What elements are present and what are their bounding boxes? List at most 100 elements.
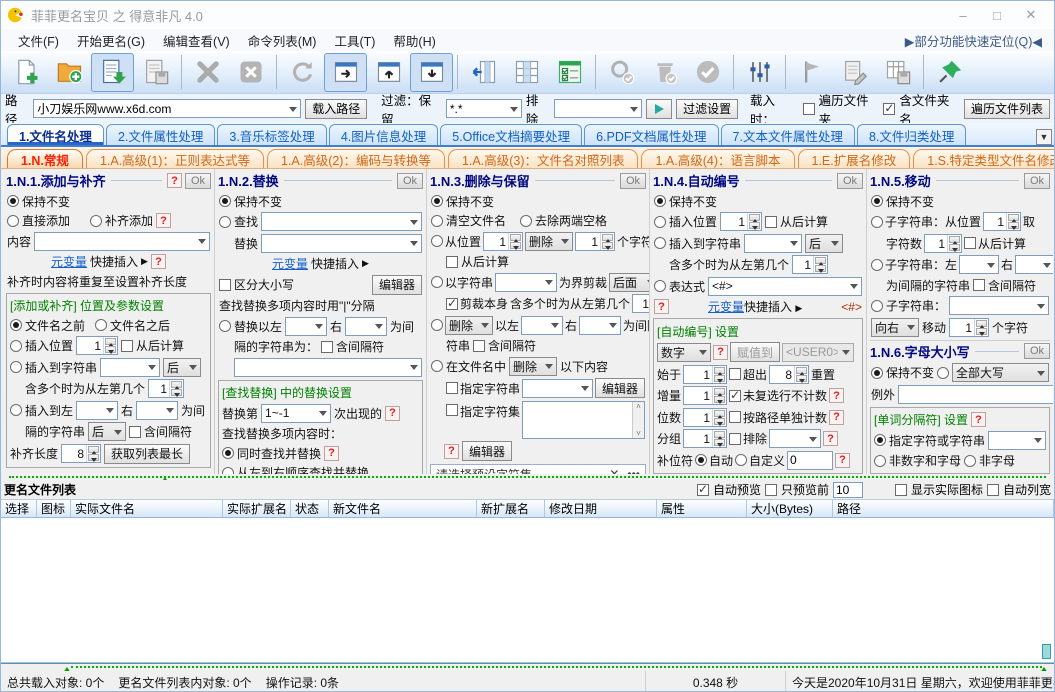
column-newname[interactable]: 新文件名: [329, 500, 477, 517]
radio-insert-to-string[interactable]: [654, 237, 666, 249]
search-check-button[interactable]: [600, 53, 643, 92]
radio-replace-between[interactable]: [219, 320, 231, 332]
from-end-checkbox[interactable]: [964, 237, 977, 249]
from-end-checkbox[interactable]: [765, 215, 778, 228]
radio-in-name-delete[interactable]: [431, 360, 443, 372]
radio-pad-auto[interactable]: [695, 454, 708, 466]
preview-first-checkbox[interactable]: [764, 483, 777, 496]
spinner-arrows[interactable]: [794, 365, 809, 383]
spinner-arrows[interactable]: [712, 408, 727, 426]
spinner-arrows[interactable]: [508, 232, 523, 250]
count-spinner[interactable]: 1: [575, 231, 616, 251]
radio-keep[interactable]: [871, 195, 883, 207]
find-combobox[interactable]: [261, 212, 422, 231]
help-button[interactable]: ?: [166, 173, 182, 188]
radio-substring-between[interactable]: [871, 258, 883, 271]
clear-icon[interactable]: ✕: [609, 467, 619, 474]
delete-combobox[interactable]: 删除: [525, 231, 574, 251]
ok-button[interactable]: Ok: [396, 172, 423, 189]
column-size[interactable]: 大小(Bytes): [747, 500, 833, 517]
filter-settings-button[interactable]: 过滤设置: [676, 98, 739, 119]
left-combobox[interactable]: [959, 255, 1000, 274]
column-filename[interactable]: 实际文件名: [71, 500, 223, 517]
ok-button[interactable]: Ok: [1023, 343, 1050, 359]
filter-keep-combobox[interactable]: *.*: [445, 99, 522, 118]
column-attr[interactable]: 属性: [657, 500, 747, 517]
radio-insert-pos[interactable]: [10, 339, 22, 352]
menu-help[interactable]: 帮助(H): [384, 30, 444, 51]
column-path[interactable]: 路径: [833, 500, 1054, 517]
column-moddate[interactable]: 修改日期: [545, 500, 657, 517]
help-button[interactable]: ?: [829, 388, 845, 403]
radio-clear-name[interactable]: [431, 214, 443, 227]
menu-file[interactable]: 文件(F): [9, 30, 68, 51]
spinner-arrows[interactable]: [86, 445, 101, 462]
ok-button[interactable]: Ok: [619, 172, 646, 189]
tab-adv4-script[interactable]: 1.A.高级(4)：语言脚本: [641, 149, 795, 168]
meta-variable-link[interactable]: 元变量: [51, 253, 87, 270]
radio-by-string[interactable]: [431, 276, 443, 288]
tab-adv3-mapping[interactable]: 1.A.高级(3)：文件名对照列表: [447, 149, 639, 168]
group-spinner[interactable]: 1: [683, 429, 728, 448]
apply-filter-button[interactable]: [646, 98, 673, 119]
help-button[interactable]: ?: [835, 452, 851, 468]
editor-button[interactable]: 编辑器: [594, 378, 645, 398]
editor-button[interactable]: 编辑器: [462, 441, 513, 461]
traverse-folders-checkbox[interactable]: [802, 102, 815, 115]
panel-down-button[interactable]: [410, 52, 453, 92]
radio-insert-to-string[interactable]: [10, 361, 22, 373]
radio-keep[interactable]: [871, 366, 883, 379]
include-sep-checkbox[interactable]: [473, 339, 486, 352]
multi-index-spinner[interactable]: 1: [632, 294, 649, 313]
direction-combobox[interactable]: 向右: [871, 317, 919, 337]
export-table-button[interactable]: [876, 53, 919, 92]
apply-check-button[interactable]: [686, 53, 729, 92]
spinner-arrows[interactable]: [947, 234, 962, 252]
increment-spinner[interactable]: 1: [683, 386, 728, 405]
show-icons-checkbox[interactable]: [894, 483, 907, 496]
radio-expression[interactable]: [654, 280, 666, 292]
case-mode-combobox[interactable]: 全部大写: [952, 363, 1049, 382]
column-status[interactable]: 状态: [291, 500, 329, 517]
radio-keep[interactable]: [219, 195, 231, 207]
radio-after-name[interactable]: [95, 319, 108, 331]
multi-index-spinner[interactable]: 1: [792, 255, 829, 274]
radio-keep[interactable]: [654, 195, 666, 207]
radio-from-position[interactable]: [431, 235, 443, 247]
horizontal-splitter[interactable]: [1, 663, 1054, 673]
clear-list-button[interactable]: [229, 53, 272, 92]
tab-filename[interactable]: 1.文件名处理: [7, 124, 104, 145]
textarea-scrollbar[interactable]: ˄ ˅: [632, 401, 644, 438]
position-spinner[interactable]: 1: [983, 212, 1022, 231]
path-combobox[interactable]: 小刀娱乐网www.x6d.com: [33, 99, 302, 118]
radio-non-alnum[interactable]: [874, 454, 886, 467]
expression-combobox[interactable]: <#>: [708, 276, 862, 296]
right-combobox[interactable]: [345, 316, 388, 336]
right-combobox[interactable]: [1015, 255, 1053, 274]
ok-button[interactable]: Ok: [184, 172, 211, 189]
spec-string-checkbox[interactable]: [446, 382, 458, 394]
content-combobox[interactable]: [34, 231, 210, 251]
separator-combobox[interactable]: [988, 430, 1046, 450]
exclude-checkbox[interactable]: [729, 432, 742, 445]
tab-office-summary[interactable]: 5.Office文档摘要处理: [440, 124, 583, 145]
arrow-right-icon[interactable]: ▶: [795, 303, 802, 313]
file-list-body[interactable]: [1, 518, 1054, 663]
tab-adv2-encoding[interactable]: 1.A.高级(2)：编码与转换等: [266, 149, 445, 168]
column-ext[interactable]: 实际扩展名: [223, 500, 291, 517]
right-combobox[interactable]: [579, 315, 622, 335]
spinner-arrows[interactable]: [974, 318, 989, 336]
spinner-arrows[interactable]: [712, 430, 727, 447]
after2-combobox[interactable]: 后: [88, 422, 127, 441]
close-button[interactable]: ✕: [1014, 4, 1048, 26]
radio-substring-value[interactable]: [871, 299, 883, 312]
after-combobox[interactable]: 后: [805, 233, 844, 253]
spinner-arrows[interactable]: [103, 337, 118, 354]
replace-combobox[interactable]: [261, 233, 422, 253]
by-path-checkbox[interactable]: [729, 411, 742, 423]
move-count-spinner[interactable]: 1: [949, 317, 990, 337]
columns-left-button[interactable]: [462, 53, 505, 92]
add-folder-button[interactable]: [48, 53, 91, 92]
load-path-button[interactable]: 载入路径: [305, 98, 368, 119]
radio-pad-add[interactable]: [90, 214, 103, 227]
